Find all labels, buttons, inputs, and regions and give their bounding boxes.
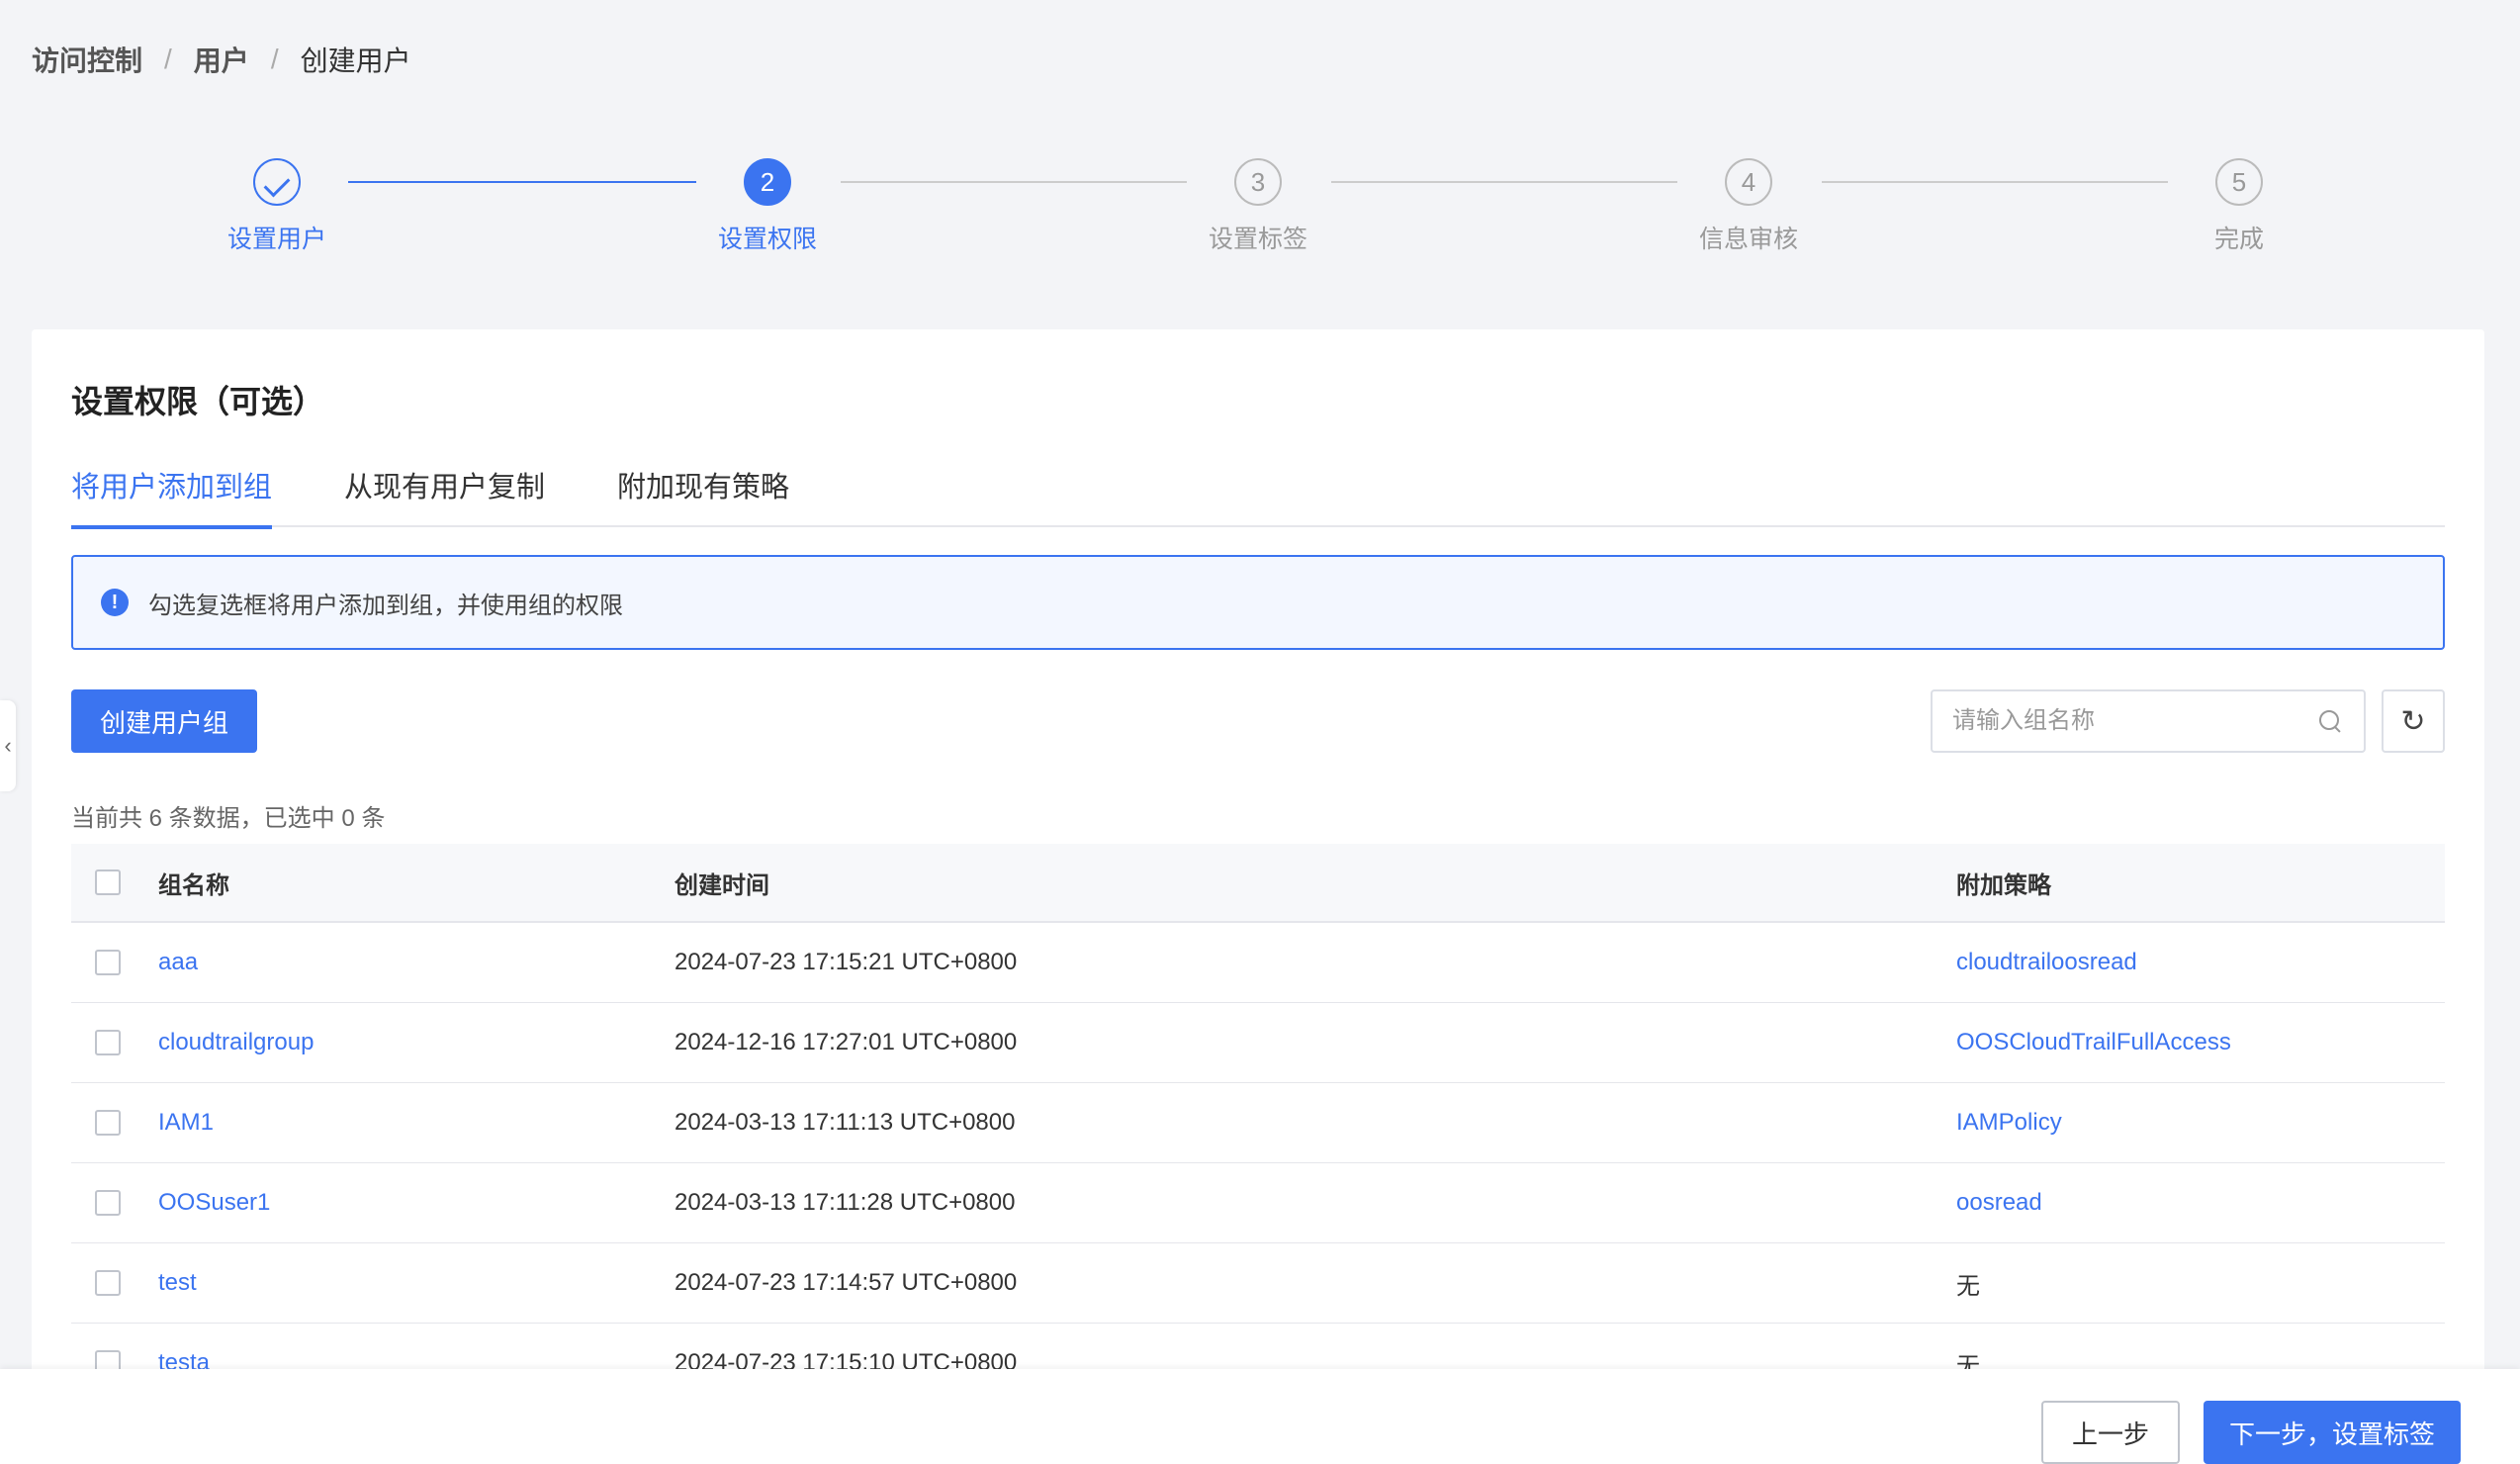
footer-bar: 上一步 下一步，设置标签	[0, 1369, 2520, 1464]
breadcrumb-users[interactable]: 用户	[194, 40, 249, 79]
step-review: 4 信息审核	[1650, 158, 1847, 255]
policy-link[interactable]: cloudtrailoosread	[1956, 949, 2445, 976]
column-header-policy: 附加策略	[1956, 871, 2051, 899]
column-header-name: 组名称	[158, 871, 229, 899]
step-connector	[1331, 181, 1677, 183]
search-icon[interactable]	[2310, 701, 2350, 741]
tab-add-to-group[interactable]: 将用户添加到组	[71, 468, 273, 529]
column-header-time: 创建时间	[675, 871, 769, 899]
data-count: 当前共 6 条数据，已选中 0 条	[71, 805, 386, 832]
group-table: 组名称 创建时间 附加策略 aaa 2024-07-23 17:15:21 UTC…	[71, 844, 2445, 1404]
step-number: 4	[1725, 158, 1772, 206]
next-step-button[interactable]: 下一步，设置标签	[2204, 1401, 2461, 1464]
created-time: 2024-07-23 17:14:57 UTC+0800	[675, 1269, 1018, 1296]
search-input[interactable]	[1933, 691, 2310, 751]
select-all-checkbox[interactable]	[95, 869, 121, 895]
info-icon: !	[101, 589, 129, 616]
step-complete: 5 完成	[2140, 158, 2338, 255]
info-alert: ! 勾选复选框将用户添加到组，并使用组的权限	[71, 555, 2445, 650]
step-label: 设置权限	[717, 226, 817, 253]
step-number: 3	[1234, 158, 1282, 206]
breadcrumb: 访问控制 / 用户 / 创建用户	[32, 40, 411, 79]
step-number: 5	[2215, 158, 2263, 206]
step-label: 设置用户	[226, 226, 326, 253]
row-checkbox[interactable]	[95, 1270, 121, 1296]
row-checkbox[interactable]	[95, 1110, 121, 1136]
created-time: 2024-03-13 17:11:13 UTC+0800	[675, 1109, 1016, 1136]
check-icon	[253, 158, 301, 206]
group-name-link[interactable]: cloudtrailgroup	[158, 1029, 675, 1056]
step-connector	[1822, 181, 2168, 183]
sidebar-collapse-toggle[interactable]: ‹	[0, 700, 16, 791]
card-title: 设置权限（可选）	[71, 384, 325, 419]
tab-copy-from-user[interactable]: 从现有用户复制	[344, 468, 545, 527]
created-time: 2024-03-13 17:11:28 UTC+0800	[675, 1189, 1016, 1216]
table-row: test 2024-07-23 17:14:57 UTC+0800 无	[71, 1243, 2445, 1324]
table-row: IAM1 2024-03-13 17:11:13 UTC+0800 IAMPolic…	[71, 1083, 2445, 1163]
permission-tabs: 将用户添加到组 从现有用户复制 附加现有策略	[71, 468, 2445, 529]
policy-link[interactable]: OOSCloudTrailFullAccess	[1956, 1029, 2445, 1056]
stepper: 设置用户 2 设置权限 3 设置标签 4 信息审核 5 完成	[0, 158, 2520, 267]
step-connector	[841, 181, 1187, 183]
create-group-button[interactable]: 创建用户组	[71, 689, 257, 753]
step-set-user: 设置用户	[178, 158, 376, 255]
table-row: OOSuser1 2024-03-13 17:11:28 UTC+0800 oosr…	[71, 1163, 2445, 1243]
table-body: aaa 2024-07-23 17:15:21 UTC+0800 cloudtrai…	[71, 923, 2445, 1404]
policy-link[interactable]: oosread	[1956, 1189, 2445, 1217]
group-name-link[interactable]: test	[158, 1269, 675, 1297]
group-name-link[interactable]: aaa	[158, 949, 675, 976]
step-label: 完成	[2213, 226, 2264, 253]
alert-text: 勾选复选框将用户添加到组，并使用组的权限	[148, 592, 623, 619]
step-set-tags: 3 设置标签	[1159, 158, 1357, 255]
step-connector	[348, 181, 696, 183]
row-checkbox[interactable]	[95, 950, 121, 975]
refresh-button[interactable]: ↻	[2382, 689, 2445, 753]
group-name-link[interactable]: OOSuser1	[158, 1189, 675, 1217]
table-header: 组名称 创建时间 附加策略	[71, 844, 2445, 923]
row-checkbox[interactable]	[95, 1190, 121, 1216]
step-set-permissions: 2 设置权限	[669, 158, 866, 255]
step-label: 设置标签	[1208, 226, 1307, 253]
breadcrumb-separator: /	[164, 44, 172, 74]
breadcrumb-access-control[interactable]: 访问控制	[32, 40, 142, 79]
permissions-card: 设置权限（可选） 将用户添加到组 从现有用户复制 附加现有策略 ! 勾选复选框将…	[32, 329, 2484, 1464]
created-time: 2024-12-16 17:27:01 UTC+0800	[675, 1029, 1018, 1055]
breadcrumb-create-user: 创建用户	[300, 46, 411, 76]
breadcrumb-separator: /	[270, 44, 279, 74]
group-name-link[interactable]: IAM1	[158, 1109, 675, 1137]
policy-link[interactable]: IAMPolicy	[1956, 1109, 2445, 1137]
policy-none: 无	[1956, 1272, 1980, 1300]
prev-step-button[interactable]: 上一步	[2041, 1401, 2180, 1464]
refresh-icon: ↻	[2400, 704, 2426, 738]
tab-attach-policy[interactable]: 附加现有策略	[617, 468, 789, 527]
chevron-left-icon: ‹	[4, 733, 12, 758]
created-time: 2024-07-23 17:15:21 UTC+0800	[675, 949, 1018, 975]
step-label: 信息审核	[1698, 226, 1798, 253]
table-row: cloudtrailgroup 2024-12-16 17:27:01 UTC+0…	[71, 1003, 2445, 1083]
row-checkbox[interactable]	[95, 1030, 121, 1055]
table-row: aaa 2024-07-23 17:15:21 UTC+0800 cloudtrai…	[71, 923, 2445, 1003]
step-number: 2	[744, 158, 791, 206]
group-search	[1931, 689, 2366, 753]
